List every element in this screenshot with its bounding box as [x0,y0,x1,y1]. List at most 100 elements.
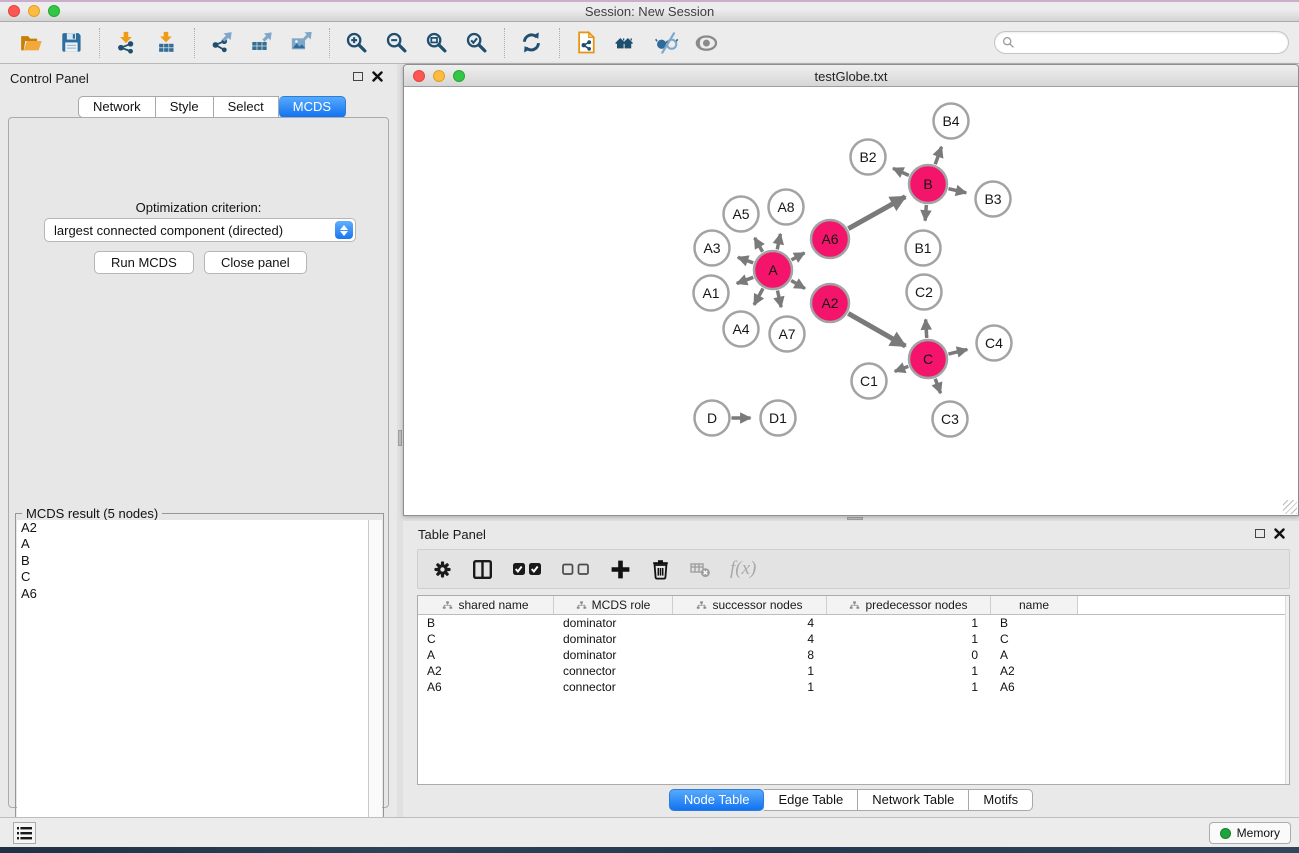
select-all-button[interactable] [512,553,542,585]
graph-node-C4[interactable]: C4 [977,326,1012,361]
column-header-predecessor-nodes[interactable]: predecessor nodes [827,596,991,614]
graph-edge-C-C4[interactable] [948,349,967,354]
graph-node-A8[interactable]: A8 [769,190,804,225]
graph-node-C[interactable]: C [909,340,947,378]
graph-edge-A6-B[interactable] [848,197,905,229]
delete-column-button[interactable] [650,553,671,585]
graph-edge-A-A3[interactable] [738,257,753,263]
tab-mcds[interactable]: MCDS [279,96,346,118]
glasses-button[interactable] [647,26,687,60]
graph-node-D[interactable]: D [695,401,730,436]
column-header-successor-nodes[interactable]: successor nodes [673,596,827,614]
network-window-titlebar[interactable]: testGlobe.txt [404,65,1298,87]
table-row[interactable]: A2connector11A2 [418,663,1289,679]
tab-network-table[interactable]: Network Table [858,789,969,811]
graph-node-A5[interactable]: A5 [724,197,759,232]
table-row[interactable]: Cdominator41C [418,631,1289,647]
vertical-splitter-grip[interactable] [398,430,402,446]
run-mcds-button[interactable]: Run MCDS [94,251,194,274]
open-button[interactable] [12,26,52,60]
search-box[interactable] [994,31,1289,54]
zoom-in-button[interactable] [337,26,377,60]
graph-node-B1[interactable]: B1 [906,231,941,266]
float-panel-icon[interactable] [353,72,363,81]
graph-edge-B-B4[interactable] [935,147,941,164]
graph-edge-B-B1[interactable] [925,205,926,221]
refresh-button[interactable] [512,26,552,60]
column-header-name[interactable]: name [991,596,1078,614]
export-image-button[interactable] [282,26,322,60]
graph-edge-C-C1[interactable] [895,366,909,371]
zoom-fit-button[interactable] [417,26,457,60]
close-table-panel-icon[interactable] [1274,528,1285,539]
tab-select[interactable]: Select [214,96,279,118]
window-resize-grip[interactable] [1283,500,1297,514]
graph-node-A7[interactable]: A7 [770,317,805,352]
graph-edge-A-A4[interactable] [754,288,763,304]
graph-node-B3[interactable]: B3 [976,182,1011,217]
deselect-all-button[interactable] [561,553,591,585]
gear-button[interactable] [432,553,453,585]
graph-edge-A2-C[interactable] [848,313,905,346]
add-column-button[interactable] [610,553,631,585]
graph-node-A1[interactable]: A1 [694,276,729,311]
graph-node-C3[interactable]: C3 [933,402,968,437]
graph-node-A6[interactable]: A6 [811,220,849,258]
node-label: C [923,351,933,367]
tab-network[interactable]: Network [78,96,156,118]
graph-edge-A-A1[interactable] [737,277,754,283]
graph-edge-C-C2[interactable] [926,319,927,338]
table-row[interactable]: A6connector11A6 [418,679,1289,695]
graph-node-C2[interactable]: C2 [907,275,942,310]
task-history-button[interactable] [13,822,36,844]
network-canvas[interactable]: B4 B2 B B3 A8 A5 A6 B1 A3 A C2 A1 A2 A4 A7 C4 C C1 C3 D D1 [405,87,1297,515]
split-view-button[interactable] [472,553,493,585]
graph-edge-A-A2[interactable] [791,281,805,289]
close-panel-button[interactable]: Close panel [204,251,307,274]
table-cell: connector [554,663,673,679]
graph-edge-C-C3[interactable] [935,379,940,393]
tab-style[interactable]: Style [156,96,214,118]
graph-node-B4[interactable]: B4 [934,104,969,139]
tab-node-table[interactable]: Node Table [669,789,765,811]
network-document-button[interactable] [567,26,607,60]
table-scrollbar[interactable] [1285,596,1289,784]
column-header-mcds-role[interactable]: MCDS role [554,596,673,614]
export-network-button[interactable] [202,26,242,60]
graph-node-A4[interactable]: A4 [724,312,759,347]
table-row[interactable]: Bdominator41B [418,615,1289,631]
graph-edge-B-B3[interactable] [948,189,966,193]
tab-edge-table[interactable]: Edge Table [764,789,858,811]
home-button[interactable] [607,26,647,60]
graph-edge-A-A5[interactable] [755,238,763,252]
criterion-dropdown[interactable]: largest connected component (directed) [44,218,356,242]
zoom-out-button[interactable] [377,26,417,60]
tab-motifs[interactable]: Motifs [969,789,1033,811]
graph-node-C1[interactable]: C1 [852,364,887,399]
graph-edge-A-A8[interactable] [777,234,780,250]
import-network-button[interactable] [107,26,147,60]
result-list-scrollbar[interactable] [368,520,382,853]
graph-node-A2[interactable]: A2 [811,284,849,322]
graph-node-B[interactable]: B [909,165,947,203]
search-input[interactable] [1015,33,1288,52]
graph-node-A3[interactable]: A3 [695,231,730,266]
close-panel-icon[interactable] [372,71,383,82]
graph-node-A[interactable]: A [754,251,792,289]
graph-edge-A-A7[interactable] [777,291,781,308]
graph-edge-B-B2[interactable] [893,168,909,175]
zoom-selected-button[interactable] [457,26,497,60]
graph-node-B2[interactable]: B2 [851,140,886,175]
save-button[interactable] [52,26,92,60]
graph-node-D1[interactable]: D1 [761,401,796,436]
column-header-shared-name[interactable]: shared name [418,596,554,614]
horizontal-splitter-grip[interactable] [847,517,863,520]
export-table-button[interactable] [242,26,282,60]
import-table-icon [155,31,179,55]
float-table-panel-icon[interactable] [1255,529,1265,538]
memory-button[interactable]: Memory [1209,822,1291,844]
table-row[interactable]: Adominator80A [418,647,1289,663]
import-table-button[interactable] [147,26,187,60]
graph-edge-A-A6[interactable] [791,253,804,260]
eye-button[interactable] [687,26,727,60]
